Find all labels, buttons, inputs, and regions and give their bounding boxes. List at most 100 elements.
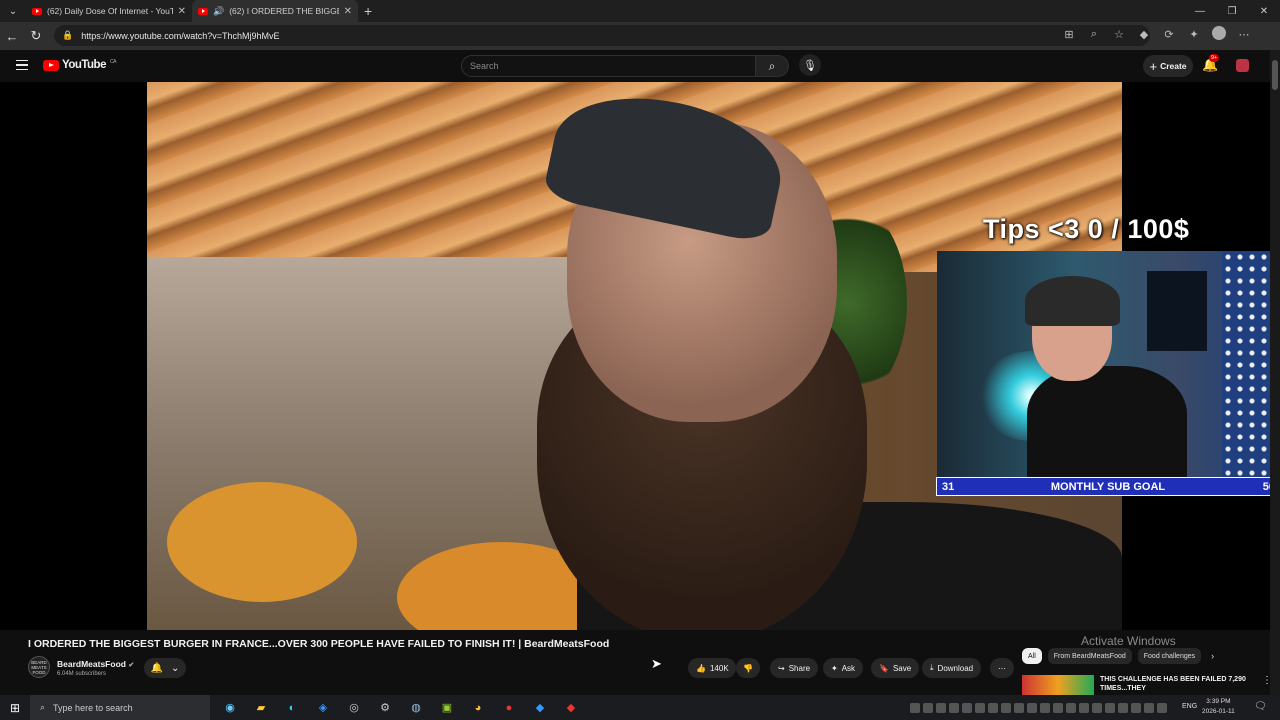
address-toolbar: ← ↻ 🔒 https://www.youtube.com/watch?v=Th… [0, 22, 1280, 50]
more-actions-icon[interactable]: ⋯ [990, 658, 1014, 678]
tray-app-icon[interactable] [1040, 702, 1050, 713]
tray-app-icon[interactable] [1105, 702, 1115, 713]
restore-icon[interactable]: ❐ [1216, 0, 1248, 22]
apps-icon[interactable]: ⊞ [1061, 28, 1077, 41]
taskbar-search-input[interactable]: ⌕ Type here to search [30, 695, 210, 720]
speaker-icon[interactable]: 🔊 [213, 6, 224, 17]
tray-app-icon[interactable] [1092, 702, 1102, 713]
notifications-bell-icon[interactable]: 🔔 9+ [1202, 54, 1220, 73]
youtube-logo[interactable]: YouTube CA [43, 59, 116, 71]
tray-app-icon[interactable] [962, 702, 972, 713]
channel-avatar[interactable]: BEARD MEATS FOOD [28, 656, 50, 678]
close-window-icon[interactable]: ✕ [1248, 0, 1280, 22]
profile-avatar[interactable] [1211, 26, 1227, 43]
window-controls: — ❐ ✕ [1184, 0, 1280, 22]
app-icon[interactable]: ◉ [218, 698, 242, 718]
edge-browser-icon[interactable]: ◐ [280, 698, 304, 718]
scrollbar-thumb[interactable] [1272, 60, 1278, 90]
save-button[interactable]: 🔖 Save [871, 658, 920, 678]
sync-icon[interactable]: ⟳ [1161, 28, 1177, 41]
recommendation-chips: All From BeardMeatsFood Food challenges … [1022, 648, 1214, 664]
clock-date: 2026-01-11 [1202, 708, 1235, 715]
app-icon[interactable]: ▣ [435, 698, 459, 718]
app-icon[interactable]: ◈ [311, 698, 335, 718]
tray-app-icon[interactable] [910, 702, 920, 713]
tray-app-icon[interactable] [1157, 702, 1167, 713]
windows-start-icon[interactable]: ⊞ [0, 695, 30, 720]
search-icon[interactable]: ⌕ [756, 55, 789, 77]
language-indicator[interactable]: ENG [1182, 703, 1197, 710]
tab-title: (62) Daily Dose Of Internet - YouT [47, 6, 173, 16]
zoom-icon[interactable]: ⌕ [1086, 28, 1102, 41]
create-button[interactable]: + Create [1143, 55, 1193, 77]
tray-app-icon[interactable] [975, 702, 985, 713]
tray-app-icon[interactable] [1144, 702, 1154, 713]
tray-app-icon[interactable] [1131, 702, 1141, 713]
chip-from-channel[interactable]: From BeardMeatsFood [1047, 648, 1132, 664]
youtube-play-icon [43, 59, 59, 71]
hamburger-menu-icon[interactable] [16, 60, 28, 70]
chevron-right-icon[interactable]: › [1211, 651, 1214, 661]
app-icon[interactable]: ◆ [528, 698, 552, 718]
account-avatar[interactable] [1236, 59, 1249, 72]
download-button[interactable]: ⤓ Download [922, 658, 982, 678]
recommended-thumbnail[interactable] [1022, 675, 1094, 695]
close-tab-icon[interactable]: ✕ [178, 6, 186, 17]
chip-all[interactable]: All [1022, 648, 1042, 664]
more-menu-icon[interactable]: ⋯ [1236, 28, 1252, 41]
tray-app-icon[interactable] [1118, 702, 1128, 713]
close-tab-icon[interactable]: ✕ [344, 6, 352, 17]
recommended-video[interactable]: THIS CHALLENGE HAS BEEN FAILED 7,290 TIM… [1022, 675, 1272, 695]
clock-time: 3:39 PM [1206, 698, 1231, 705]
tray-app-icon[interactable] [1014, 702, 1024, 713]
region-code: CA [109, 59, 116, 65]
extension-icon[interactable]: ◆ [1136, 28, 1152, 41]
ask-button[interactable]: ✦ Ask [823, 658, 864, 678]
app-icon[interactable]: ● [497, 698, 521, 718]
tray-app-icon[interactable] [949, 702, 959, 713]
microphone-icon[interactable]: 🎙 [799, 54, 821, 76]
puzzle-extensions-icon[interactable]: ✦ [1186, 28, 1202, 41]
refresh-icon[interactable]: ↻ [24, 22, 48, 50]
tray-app-icon[interactable] [1053, 702, 1063, 713]
file-explorer-icon[interactable]: ▰ [249, 698, 273, 718]
new-tab-icon[interactable]: + [364, 3, 372, 19]
dislike-button[interactable]: 👎 [736, 658, 760, 678]
favorite-star-icon[interactable]: ☆ [1111, 28, 1127, 41]
mouse-cursor-icon: ➤ [651, 656, 662, 671]
channel-name[interactable]: BeardMeatsFood ✔ [57, 659, 134, 669]
back-icon[interactable]: ← [0, 22, 24, 50]
tray-app-icon[interactable] [923, 702, 933, 713]
lock-icon[interactable]: 🔒 [62, 30, 73, 41]
recommended-title[interactable]: THIS CHALLENGE HAS BEEN FAILED 7,290 TIM… [1100, 675, 1256, 695]
youtube-favicon-icon [32, 7, 42, 15]
search-input[interactable]: Search [461, 55, 756, 77]
tab-current-video[interactable]: 🔊 (62) I ORDERED THE BIGGES ✕ [192, 0, 358, 22]
notification-center-icon[interactable]: 🗨 [1254, 701, 1267, 712]
page-scrollbar[interactable] [1270, 50, 1280, 695]
settings-icon[interactable]: ⚙ [373, 698, 397, 718]
tab-actions-icon[interactable]: ⌄ [0, 0, 26, 22]
tray-app-icon[interactable] [1001, 702, 1011, 713]
like-button[interactable]: 👍 140K [688, 658, 736, 678]
taskbar-clock[interactable]: 3:39 PM 2026-01-11 [1202, 697, 1235, 717]
url-bar[interactable]: 🔒 https://www.youtube.com/watch?v=ThchMj… [54, 25, 1150, 46]
steam-icon[interactable]: ◍ [404, 698, 428, 718]
app-icon[interactable]: ◆ [559, 698, 583, 718]
browser-extensions: ⊞ ⌕ ☆ ◆ ⟳ ✦ ⋯ [1061, 26, 1252, 43]
chrome-icon[interactable]: ◕ [466, 698, 490, 718]
share-button[interactable]: ↪ Share [770, 658, 819, 678]
tray-app-icon[interactable] [988, 702, 998, 713]
sparkle-icon: ✦ [831, 663, 838, 673]
subscribed-bell-button[interactable]: 🔔 ⌄ [144, 658, 186, 678]
tray-app-icon[interactable] [1079, 702, 1089, 713]
tray-app-icon[interactable] [936, 702, 946, 713]
url-text: https://www.youtube.com/watch?v=ThchMj9h… [81, 30, 280, 41]
minimize-icon[interactable]: — [1184, 0, 1216, 22]
app-icon[interactable]: ◎ [342, 698, 366, 718]
chip-food-challenges[interactable]: Food challenges [1137, 648, 1202, 664]
tray-app-icon[interactable] [1066, 702, 1076, 713]
tray-app-icon[interactable] [1027, 702, 1037, 713]
tips-overlay-text: Tips <3 0 / 100$ [983, 214, 1190, 244]
tab-daily-dose[interactable]: (62) Daily Dose Of Internet - YouT ✕ [26, 0, 192, 22]
